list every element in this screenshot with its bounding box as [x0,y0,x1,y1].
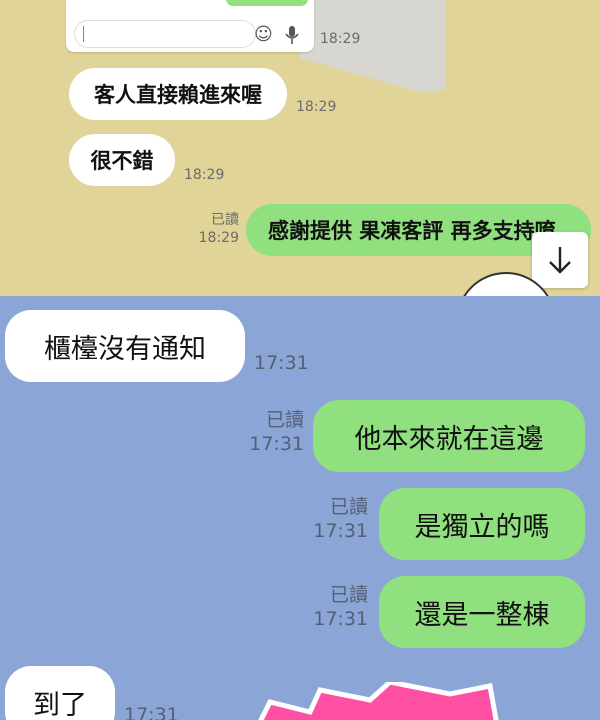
message-meta: 已讀 17:31 [302,584,368,632]
message-text: 客人直接賴進來喔 [94,83,262,107]
incoming-message[interactable]: 客人直接賴進來喔 [69,68,287,120]
watermark-sticker [258,682,499,720]
embedded-screenshot: ☺ [66,0,314,52]
read-receipt: 已讀 [265,409,304,431]
message-time: 17:31 [313,607,368,630]
message-time: 17:31 [313,519,368,542]
scroll-down-button[interactable] [532,232,588,288]
message-text: 他本來就在這邊 [354,423,544,455]
message-time: 18:29 [296,99,337,115]
message-text: 很不錯 [90,149,154,173]
incoming-message[interactable]: 櫃檯沒有通知 [5,310,245,382]
message-meta: 已讀 17:31 [238,409,304,457]
message-meta: 已讀 18:29 [193,212,239,247]
message-text: 感謝提供 果凍客評 再多支持唷 [268,219,556,243]
outgoing-message[interactable]: 是獨立的嗎 [379,488,585,560]
incoming-message[interactable]: 很不錯 [69,134,175,186]
microphone-icon[interactable] [284,25,300,45]
arrow-down-icon [549,247,571,274]
text-cursor [83,26,84,42]
message-time: 18:29 [198,229,239,246]
message-text: 到了 [33,689,87,720]
top-chat-panel: ☺ 18:29 客人直接賴進來喔 18:29 很不錯 18:29 已讀 18:2… [0,0,600,296]
embedded-time: 18:29 [320,31,361,47]
read-receipt: 已讀 [211,212,239,228]
outgoing-message[interactable]: 他本來就在這邊 [313,400,585,472]
message-text: 還是一整棟 [414,599,550,631]
embedded-message-bubble [226,0,308,6]
bottom-chat-panel: 櫃檯沒有通知 17:31 已讀 17:31 他本來就在這邊 已讀 17:31 是… [0,296,600,720]
message-time: 17:31 [254,352,309,374]
message-text: 是獨立的嗎 [414,511,550,543]
message-time: 17:31 [124,704,179,720]
emoji-icon[interactable]: ☺ [254,24,273,45]
message-meta: 已讀 17:31 [302,496,368,544]
read-receipt: 已讀 [329,496,368,518]
outgoing-message[interactable]: 還是一整棟 [379,576,585,648]
message-time: 18:29 [184,167,225,183]
message-time: 17:31 [249,432,304,455]
message-input-field[interactable] [74,20,256,48]
read-receipt: 已讀 [329,584,368,606]
message-text: 櫃檯沒有通知 [44,333,206,365]
incoming-message[interactable]: 到了 [5,666,115,720]
